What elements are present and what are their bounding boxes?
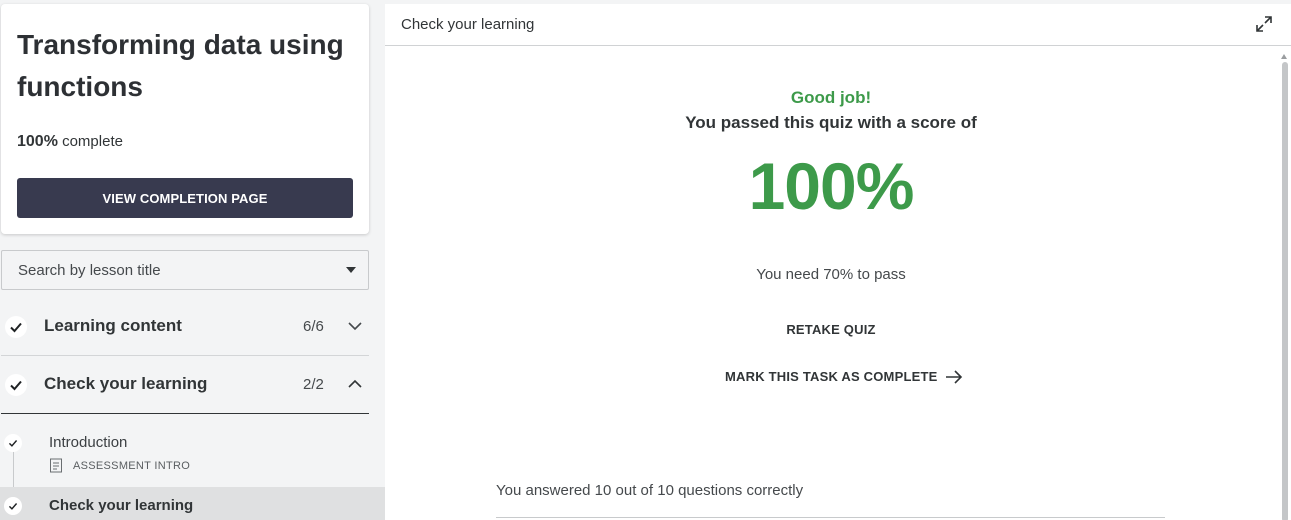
section-count: 6/6 xyxy=(303,318,324,335)
document-icon xyxy=(50,458,62,473)
lesson-item-introduction[interactable]: Introduction ASSESSMENT INTRO xyxy=(0,430,385,486)
retake-quiz-button[interactable]: RETAKE QUIZ xyxy=(385,322,1277,337)
result-heading: Good job! xyxy=(790,88,872,107)
expand-icon[interactable] xyxy=(1255,15,1273,33)
check-icon xyxy=(4,434,22,452)
course-progress: 100% complete xyxy=(17,133,123,151)
mark-complete-label: MARK THIS TASK AS COMPLETE xyxy=(725,369,938,384)
course-title: Transforming data using functions xyxy=(17,29,344,102)
chevron-down-icon[interactable] xyxy=(347,318,363,334)
panel-header: Check your learning xyxy=(385,4,1291,46)
scroll-up-arrow-icon[interactable] xyxy=(1281,54,1287,59)
course-sidebar: Transforming data using functions 100% c… xyxy=(0,0,385,520)
quiz-score: 100% xyxy=(748,149,915,223)
check-icon xyxy=(4,497,22,515)
lesson-title: Check your learning xyxy=(49,497,194,514)
quiz-result-panel: Check your learning Good job! You passed… xyxy=(385,4,1291,520)
section-label: Check your learning xyxy=(44,374,208,393)
lesson-type: ASSESSMENT INTRO xyxy=(73,459,191,472)
lesson-title: Introduction xyxy=(49,434,128,451)
panel-title: Check your learning xyxy=(401,16,535,33)
lesson-search-dropdown[interactable]: Search by lesson title xyxy=(1,250,369,290)
section-learning-content[interactable]: Learning content 6/6 xyxy=(1,298,369,356)
mark-task-complete-button[interactable]: MARK THIS TASK AS COMPLETE xyxy=(725,369,963,384)
pass-requirement: You need 70% to pass xyxy=(756,266,906,283)
scrollbar-thumb[interactable] xyxy=(1282,62,1288,520)
divider xyxy=(496,517,1165,518)
course-summary-card: Transforming data using functions 100% c… xyxy=(1,4,369,234)
view-completion-page-button[interactable]: VIEW COMPLETION PAGE xyxy=(17,178,353,218)
lesson-item-check-your-learning[interactable]: Check your learning xyxy=(0,487,385,520)
search-placeholder: Search by lesson title xyxy=(18,262,161,279)
progress-suffix: complete xyxy=(62,133,123,150)
arrow-right-icon xyxy=(946,369,963,384)
dropdown-caret-icon xyxy=(346,267,356,273)
chevron-up-icon[interactable] xyxy=(347,376,363,392)
section-check-your-learning[interactable]: Check your learning 2/2 xyxy=(1,356,369,414)
section-label: Learning content xyxy=(44,316,182,335)
result-text: You passed this quiz with a score of xyxy=(685,113,977,132)
progress-percent: 100% xyxy=(17,133,58,150)
answered-summary: You answered 10 out of 10 questions corr… xyxy=(496,482,804,499)
check-icon xyxy=(5,316,27,338)
lesson-meta: ASSESSMENT INTRO xyxy=(49,458,190,473)
check-icon xyxy=(5,374,27,396)
section-count: 2/2 xyxy=(303,376,324,393)
